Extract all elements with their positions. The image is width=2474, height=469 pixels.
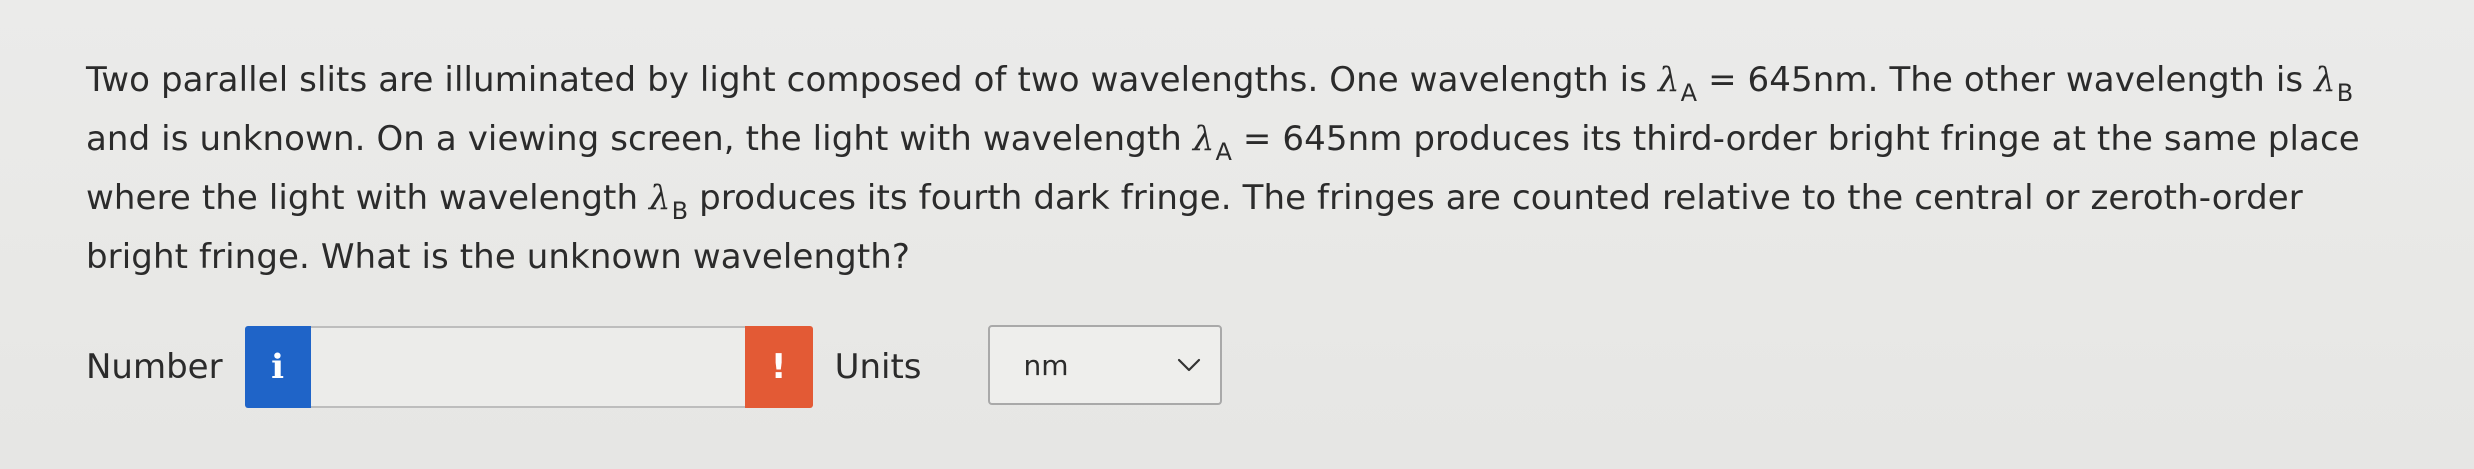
warning-button[interactable]: ! [744,326,813,408]
lambda-a-symbol: λ [1192,119,1215,159]
exclamation-icon: ! [770,347,787,387]
lambda-a-symbol: λ [1657,60,1680,100]
answer-row: Number i ! Units nm [86,325,1222,408]
lambda-b-symbol: λ [2314,60,2336,100]
lambda-a-subscript: A [1215,138,1232,166]
question-line-1: Two parallel slits are illuminated by li… [86,60,2354,107]
units-selected-value: nm [1023,348,1069,382]
units-select[interactable]: nm [987,325,1222,405]
number-label: Number [86,347,223,387]
info-button[interactable]: i [244,326,311,408]
question-line-2: and is unknown. On a viewing screen, the… [86,119,2360,166]
number-input[interactable] [310,326,745,408]
lambda-a-subscript: A [1680,79,1698,107]
lambda-b-subscript: B [2336,79,2354,107]
lambda-b-subscript: B [671,197,689,225]
question-line-3: where the light with wavelength λB produ… [86,178,2303,225]
chevron-down-icon [1176,357,1202,373]
lambda-b-symbol: λ [649,178,671,218]
question-text: Two parallel slits are illuminated by li… [86,52,2396,285]
units-label: Units [834,347,922,387]
info-icon: i [271,347,285,387]
question-line-4: bright fringe. What is the unknown wavel… [86,237,911,277]
